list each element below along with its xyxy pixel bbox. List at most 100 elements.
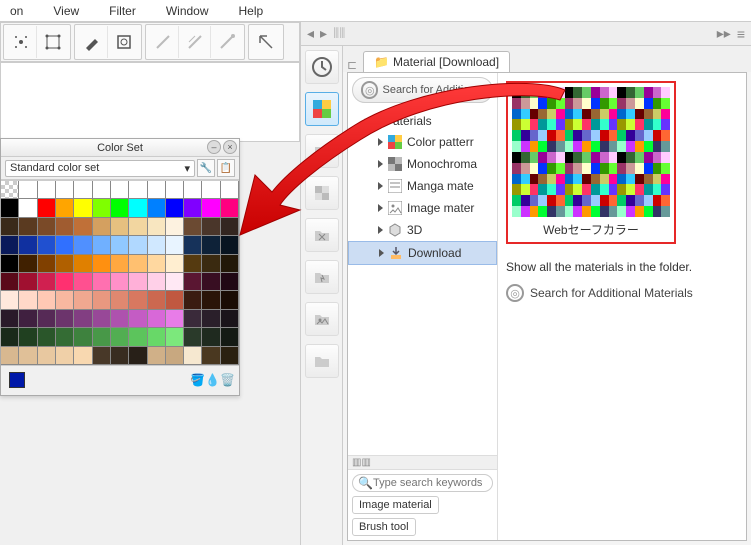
color-swatch[interactable]: [38, 273, 56, 291]
color-swatch[interactable]: [56, 181, 74, 199]
color-swatch[interactable]: [221, 255, 239, 273]
color-swatch[interactable]: [56, 347, 74, 365]
color-swatch[interactable]: [93, 328, 111, 346]
quick-access-icon[interactable]: [305, 50, 339, 84]
search-keywords-input[interactable]: [352, 474, 493, 492]
color-swatch[interactable]: [93, 181, 111, 199]
color-swatch[interactable]: [1, 273, 19, 291]
color-swatch[interactable]: [221, 181, 239, 199]
color-swatch[interactable]: [202, 236, 220, 254]
color-swatch[interactable]: [202, 273, 220, 291]
color-swatch[interactable]: [1, 218, 19, 236]
material-thumbnail[interactable]: Webセーフカラー: [506, 81, 676, 244]
bottom-scrollbar[interactable]: ▥▥: [352, 457, 371, 468]
color-swatch[interactable]: [166, 181, 184, 199]
color-swatch[interactable]: [111, 291, 129, 309]
color-swatch[interactable]: [38, 181, 56, 199]
color-swatch[interactable]: [184, 273, 202, 291]
color-swatch[interactable]: [74, 291, 92, 309]
color-swatch[interactable]: [166, 255, 184, 273]
tree-item-image-mater[interactable]: Image mater: [348, 197, 497, 219]
color-swatch[interactable]: [19, 218, 37, 236]
color-set-dropdown[interactable]: Standard color set ▾: [5, 160, 195, 177]
color-swatch[interactable]: [1, 181, 19, 199]
color-swatch[interactable]: [74, 273, 92, 291]
color-swatch[interactable]: [93, 310, 111, 328]
color-swatch[interactable]: [202, 310, 220, 328]
color-swatch[interactable]: [166, 218, 184, 236]
color-swatch[interactable]: [19, 347, 37, 365]
color-swatch[interactable]: [166, 273, 184, 291]
color-swatch[interactable]: [111, 273, 129, 291]
color-swatch[interactable]: [111, 181, 129, 199]
color-swatch[interactable]: [93, 255, 111, 273]
color-swatch[interactable]: [184, 310, 202, 328]
color-swatch[interactable]: [129, 310, 147, 328]
color-swatch[interactable]: [93, 273, 111, 291]
color-swatches[interactable]: [1, 180, 239, 365]
color-swatch[interactable]: [19, 310, 37, 328]
color-swatch[interactable]: [202, 328, 220, 346]
color-swatch[interactable]: [19, 328, 37, 346]
color-swatch[interactable]: [19, 181, 37, 199]
tree-root[interactable]: aterials: [348, 111, 497, 131]
tree-item-download[interactable]: Download: [348, 241, 497, 265]
color-swatch[interactable]: [148, 273, 166, 291]
color-swatch[interactable]: [184, 181, 202, 199]
color-swatch[interactable]: [129, 347, 147, 365]
color-swatch[interactable]: [74, 310, 92, 328]
tool-button-6[interactable]: [179, 26, 211, 58]
paste-icon[interactable]: 📋: [217, 159, 235, 177]
color-swatch[interactable]: [38, 255, 56, 273]
menu-window[interactable]: Window: [166, 4, 209, 18]
menu-on[interactable]: on: [10, 4, 23, 18]
color-swatch[interactable]: [221, 347, 239, 365]
tree-item-3d[interactable]: 3D: [348, 219, 497, 241]
color-swatch[interactable]: [148, 310, 166, 328]
folder-icon-3[interactable]: [305, 344, 339, 378]
color-swatch[interactable]: [111, 218, 129, 236]
tag-image-material[interactable]: Image material: [352, 496, 439, 514]
color-swatch[interactable]: [74, 347, 92, 365]
tree-item-monochroma[interactable]: Monochroma: [348, 153, 497, 175]
color-swatch[interactable]: [221, 199, 239, 217]
color-pattern-icon[interactable]: [305, 92, 339, 126]
color-swatch[interactable]: [56, 310, 74, 328]
color-swatch[interactable]: [129, 291, 147, 309]
search-additional-link[interactable]: ◎ Search for Additional Materials: [506, 284, 738, 302]
color-swatch[interactable]: [56, 291, 74, 309]
color-swatch[interactable]: [74, 236, 92, 254]
color-swatch[interactable]: [129, 199, 147, 217]
tool-button-4[interactable]: [108, 26, 140, 58]
color-swatch[interactable]: [1, 199, 19, 217]
color-swatch[interactable]: [166, 328, 184, 346]
color-swatch[interactable]: [1, 347, 19, 365]
color-swatch[interactable]: [166, 291, 184, 309]
color-swatch[interactable]: [184, 347, 202, 365]
color-swatch[interactable]: [56, 218, 74, 236]
color-swatch[interactable]: [74, 255, 92, 273]
color-swatch[interactable]: [129, 218, 147, 236]
color-swatch[interactable]: [19, 291, 37, 309]
color-swatch[interactable]: [148, 236, 166, 254]
color-swatch[interactable]: [1, 310, 19, 328]
color-swatch[interactable]: [202, 291, 220, 309]
tool-button-7[interactable]: [211, 26, 243, 58]
folder-icon-2[interactable]: [305, 218, 339, 252]
color-swatch[interactable]: [111, 255, 129, 273]
color-swatch[interactable]: [38, 291, 56, 309]
color-swatch[interactable]: [74, 328, 92, 346]
tool-button-2[interactable]: [37, 26, 69, 58]
selected-color-swatch[interactable]: [9, 372, 25, 388]
minimize-icon[interactable]: –: [207, 140, 221, 154]
color-swatch[interactable]: [38, 347, 56, 365]
color-swatch[interactable]: [74, 181, 92, 199]
color-swatch[interactable]: [129, 255, 147, 273]
folder-texture-icon[interactable]: [305, 176, 339, 210]
folder-effect-icon[interactable]: [305, 260, 339, 294]
color-swatch[interactable]: [19, 236, 37, 254]
tool-button-5[interactable]: [147, 26, 179, 58]
scroll-left-icon[interactable]: ◂: [305, 25, 316, 42]
menu-filter[interactable]: Filter: [109, 4, 136, 18]
scroll-right-icon[interactable]: ▸: [318, 25, 329, 42]
